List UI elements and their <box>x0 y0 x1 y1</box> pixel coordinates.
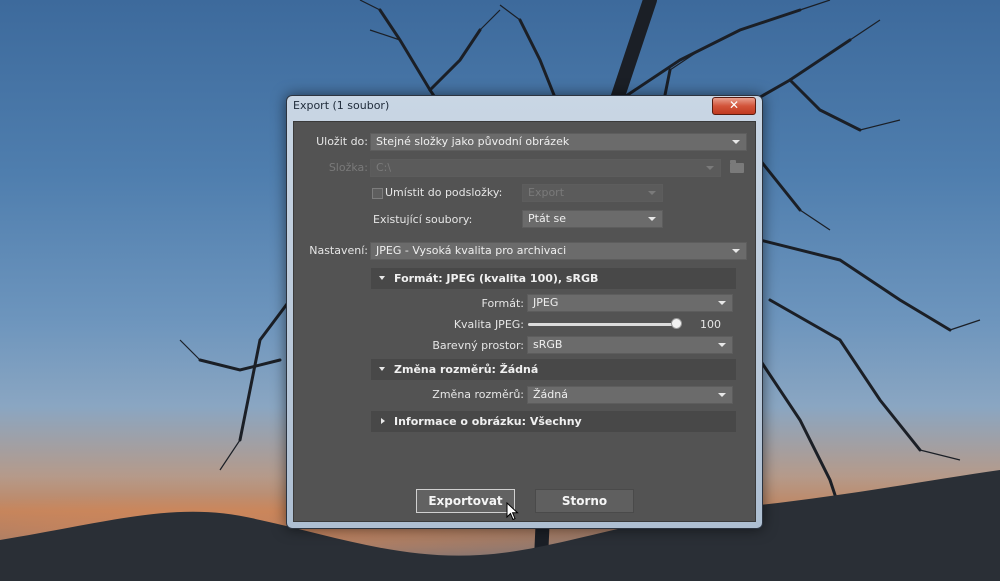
cancel-button[interactable]: Storno <box>535 489 634 513</box>
format-value: JPEG <box>533 296 559 309</box>
subfolder-value: Export <box>528 186 565 199</box>
jpeg-quality-slider-thumb[interactable] <box>671 318 682 329</box>
close-button[interactable]: ✕ <box>712 97 756 115</box>
resize-label: Změna rozměrů: <box>432 388 524 401</box>
preset-label: Nastavení: <box>309 244 368 257</box>
resize-dropdown[interactable]: Žádná <box>527 386 733 404</box>
jpeg-quality-slider-track[interactable] <box>528 323 676 326</box>
export-dialog: Export (1 soubor) ✕ Uložit do: Stejné sl… <box>286 95 763 529</box>
resize-value: Žádná <box>533 388 568 401</box>
dialog-content: Uložit do: Stejné složky jako původní ob… <box>293 121 756 522</box>
subfolder-label: Umístit do podsložky: <box>385 186 503 199</box>
chevron-down-icon <box>732 249 740 253</box>
image-info-section-title: Informace o obrázku: Všechny <box>394 415 582 428</box>
preset-dropdown[interactable]: JPEG - Vysoká kvalita pro archivaci <box>370 242 747 260</box>
format-section-header[interactable]: Formát: JPEG (kvalita 100), sRGB <box>371 268 736 289</box>
subfolder-checkbox[interactable] <box>372 188 383 199</box>
save-to-dropdown[interactable]: Stejné složky jako původní obrázek <box>370 133 747 151</box>
chevron-down-icon <box>718 301 726 305</box>
format-label: Formát: <box>481 297 524 310</box>
dialog-title: Export (1 soubor) <box>293 99 390 112</box>
chevron-down-icon <box>732 140 740 144</box>
jpeg-quality-label: Kvalita JPEG: <box>453 318 524 331</box>
jpeg-quality-value: 100 <box>700 318 721 331</box>
title-bar[interactable]: Export (1 soubor) ✕ <box>287 96 762 116</box>
expand-triangle-icon <box>379 276 385 280</box>
folder-dropdown[interactable]: C:\ <box>370 159 721 177</box>
chevron-down-icon <box>718 393 726 397</box>
chevron-down-icon <box>648 191 656 195</box>
collapsed-triangle-icon <box>381 418 385 424</box>
format-section-title: Formát: JPEG (kvalita 100), sRGB <box>394 272 599 285</box>
folder-icon[interactable] <box>730 160 744 173</box>
expand-triangle-icon <box>379 367 385 371</box>
folder-label: Složka: <box>328 161 368 174</box>
existing-files-label: Existující soubory: <box>373 213 473 226</box>
color-space-value: sRGB <box>533 338 563 351</box>
export-button[interactable]: Exportovat <box>416 489 515 513</box>
existing-files-dropdown[interactable]: Ptát se <box>522 210 663 228</box>
color-space-label: Barevný prostor: <box>432 339 524 352</box>
mouse-cursor-icon <box>506 502 519 521</box>
preset-value: JPEG - Vysoká kvalita pro archivaci <box>376 244 567 257</box>
resize-section-title: Změna rozměrů: Žádná <box>394 363 539 376</box>
save-to-label: Uložit do: <box>316 135 368 148</box>
format-dropdown[interactable]: JPEG <box>527 294 733 312</box>
folder-value: C:\ <box>376 161 392 174</box>
chevron-down-icon <box>718 343 726 347</box>
subfolder-dropdown[interactable]: Export <box>522 184 663 202</box>
resize-section-header[interactable]: Změna rozměrů: Žádná <box>371 359 736 380</box>
image-info-section-header[interactable]: Informace o obrázku: Všechny <box>371 411 736 432</box>
existing-files-value: Ptát se <box>528 212 566 225</box>
chevron-down-icon <box>648 217 656 221</box>
save-to-value: Stejné složky jako původní obrázek <box>376 135 570 148</box>
chevron-down-icon <box>706 166 714 170</box>
color-space-dropdown[interactable]: sRGB <box>527 336 733 354</box>
